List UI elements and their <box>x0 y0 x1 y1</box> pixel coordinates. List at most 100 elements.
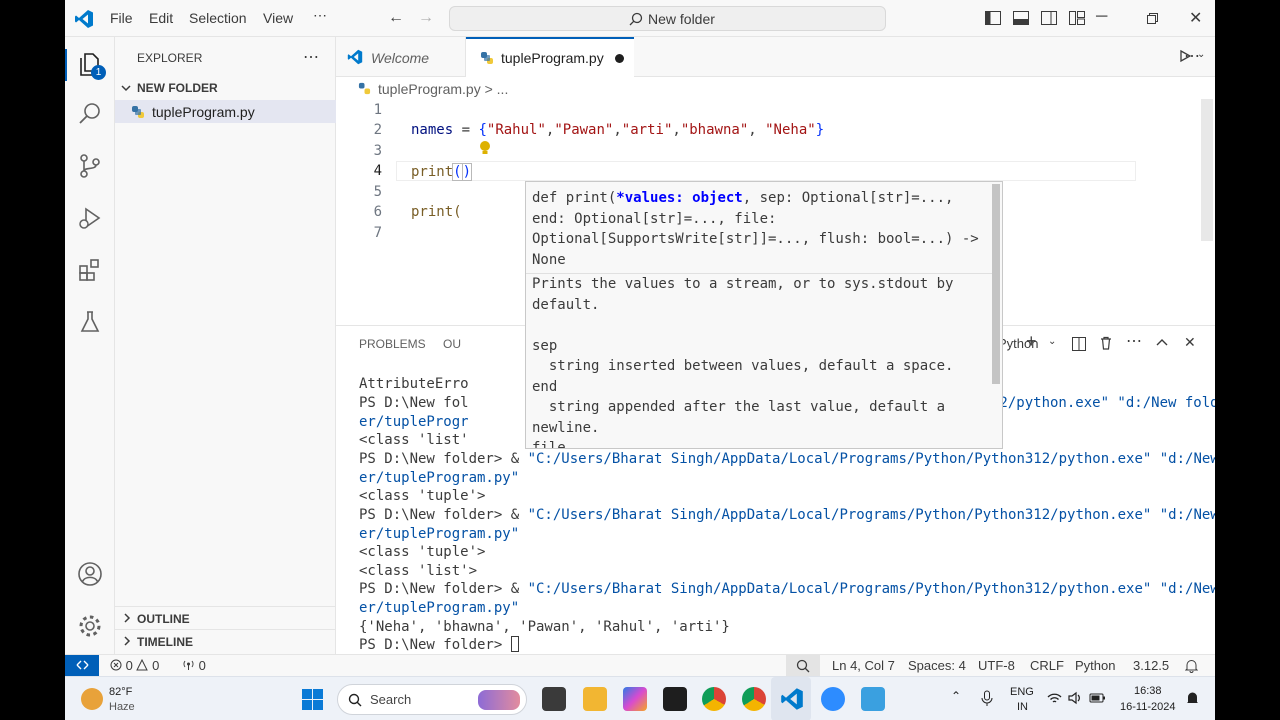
lightbulb-icon[interactable] <box>478 140 492 156</box>
forward-arrow-icon[interactable]: → <box>418 9 434 27</box>
encoding[interactable]: UTF-8 <box>978 658 1015 673</box>
breadcrumb-path[interactable]: tupleProgram.py > ... <box>378 81 508 97</box>
weather-icon[interactable] <box>81 688 103 710</box>
restore-icon[interactable] <box>1147 13 1158 24</box>
explorer-badge: 1 <box>91 65 106 80</box>
extensions-icon[interactable] <box>76 256 104 284</box>
menu-more[interactable]: ⋯ <box>313 7 327 24</box>
unsaved-dot-icon[interactable] <box>615 54 624 63</box>
task-view-icon[interactable] <box>542 687 566 711</box>
folder-name: NEW FOLDER <box>137 81 218 95</box>
tab-tupleprogram[interactable]: tupleProgram.py <box>466 37 634 78</box>
errors-status[interactable]: 0 0 <box>110 658 159 673</box>
command-center-search[interactable]: New folder <box>449 6 886 31</box>
notification-center-icon[interactable] <box>1186 691 1199 706</box>
terminal-line: AttributeErro <box>359 376 469 392</box>
close-window-icon[interactable]: ✕ <box>1189 8 1202 28</box>
vscode-app-icon[interactable] <box>780 687 804 711</box>
terminal-line: er/tupleProgram.py" <box>359 600 520 616</box>
terminal-app-icon[interactable] <box>663 687 687 711</box>
tray-chevron-icon[interactable]: ⌃ <box>951 689 961 703</box>
chrome-profile-icon[interactable] <box>742 687 766 711</box>
toggle-sidebar-icon[interactable] <box>984 9 1002 27</box>
terminal-line: <class 'list' <box>359 432 469 448</box>
language-indicator[interactable]: ENG <box>1010 686 1034 698</box>
explorer-sidebar: EXPLORER ⋯ NEW FOLDER tupleProgram.py OU… <box>115 37 336 654</box>
chrome-icon[interactable] <box>702 687 726 711</box>
terminal-line: {'Neha', 'bhawna', 'Pawan', 'Rahul', 'ar… <box>359 619 730 635</box>
new-terminal-icon[interactable]: + <box>1026 331 1037 352</box>
terminal-prompt[interactable]: PS D:\New folder> <box>359 636 519 654</box>
line-number: 2 <box>373 122 382 138</box>
terminal-line: er/tupleProgram.py" <box>359 470 520 486</box>
minimize-icon[interactable]: ─ <box>1096 8 1107 26</box>
explorer-header: EXPLORER <box>137 51 203 65</box>
menu-view[interactable]: View <box>263 10 293 26</box>
menu-selection[interactable]: Selection <box>189 10 247 26</box>
outline-section[interactable]: OUTLINE <box>115 606 336 628</box>
file-explorer-icon[interactable] <box>583 687 607 711</box>
python-version[interactable]: 3.12.5 <box>1133 658 1169 673</box>
panel-more-icon[interactable]: ⋯ <box>1126 331 1142 351</box>
line-number: 1 <box>373 102 382 118</box>
customize-layout-icon[interactable] <box>1068 9 1086 27</box>
wifi-icon[interactable] <box>1047 692 1062 705</box>
testing-flask-icon[interactable] <box>76 308 104 336</box>
language-mode[interactable]: Python <box>1075 658 1115 673</box>
zoom-button[interactable] <box>786 655 820 676</box>
run-and-debug-icon[interactable] <box>76 204 104 232</box>
settings-gear-icon[interactable] <box>76 612 104 640</box>
search-icon[interactable] <box>76 100 104 128</box>
split-terminal-icon[interactable] <box>1071 336 1087 352</box>
trash-icon[interactable] <box>1098 335 1114 351</box>
status-bar: 0 0 0 Ln 4, Col 7 Spaces: 4 UTF-8 CRLF P… <box>65 654 1215 676</box>
tooltip-scrollbar[interactable] <box>992 184 1000 384</box>
ports-status[interactable]: 0 <box>182 658 206 673</box>
timeline-label: TIMELINE <box>137 635 193 649</box>
copilot-icon[interactable] <box>623 687 647 711</box>
volume-icon[interactable] <box>1068 691 1083 705</box>
weather-desc: Haze <box>109 701 135 713</box>
tab-welcome[interactable]: Welcome <box>336 37 466 77</box>
notepad-icon[interactable] <box>861 687 885 711</box>
timeline-section[interactable]: TIMELINE <box>115 629 336 651</box>
active-indicator <box>65 49 67 81</box>
clock-date[interactable]: 16-11-2024 <box>1120 701 1175 713</box>
more-actions-icon[interactable]: ⋯ <box>303 47 319 67</box>
terminal-dropdown-icon[interactable]: ⌄ <box>1048 336 1056 347</box>
windows-start-icon[interactable] <box>302 689 323 710</box>
toggle-secondary-sidebar-icon[interactable] <box>1040 9 1058 27</box>
remote-button[interactable] <box>65 655 99 676</box>
source-control-icon[interactable] <box>76 152 104 180</box>
notifications-bell-icon[interactable] <box>1185 659 1198 673</box>
folder-header[interactable]: NEW FOLDER <box>115 78 336 98</box>
code-line-2: names = {"Rahul","Pawan","arti","bhawna"… <box>411 122 825 138</box>
file-item[interactable]: tupleProgram.py <box>115 100 336 123</box>
menu-edit[interactable]: Edit <box>149 10 173 26</box>
back-arrow-icon[interactable]: ← <box>388 9 404 27</box>
maximize-panel-icon[interactable] <box>1156 337 1168 349</box>
accounts-icon[interactable] <box>76 560 104 588</box>
zoom-app-icon[interactable] <box>821 687 845 711</box>
clock-time[interactable]: 16:38 <box>1134 685 1162 697</box>
weather-temp: 82°F <box>109 686 133 698</box>
search-highlight-icon <box>478 690 520 710</box>
cursor-position[interactable]: Ln 4, Col 7 <box>832 658 895 673</box>
toggle-panel-icon[interactable] <box>1012 9 1030 27</box>
line-number: 6 <box>373 204 382 220</box>
editor-more-icon[interactable]: ⋯ <box>1184 46 1200 66</box>
tab-output[interactable]: OU <box>443 337 461 351</box>
taskbar-search[interactable]: Search <box>337 684 527 715</box>
file-name: tupleProgram.py <box>152 104 255 120</box>
terminal-line: <class 'list'> <box>359 563 478 579</box>
tab-problems[interactable]: PROBLEMS <box>359 337 426 351</box>
battery-icon[interactable] <box>1089 692 1106 704</box>
editor-scrollbar[interactable] <box>1201 99 1213 241</box>
menu-file[interactable]: File <box>110 10 133 26</box>
microphone-icon[interactable] <box>981 690 993 707</box>
breadcrumb: tupleProgram.py > ... <box>336 77 1215 99</box>
close-panel-icon[interactable]: ✕ <box>1184 334 1196 351</box>
end-of-line[interactable]: CRLF <box>1030 658 1064 673</box>
vscode-logo-icon <box>75 10 93 28</box>
indentation[interactable]: Spaces: 4 <box>908 658 966 673</box>
